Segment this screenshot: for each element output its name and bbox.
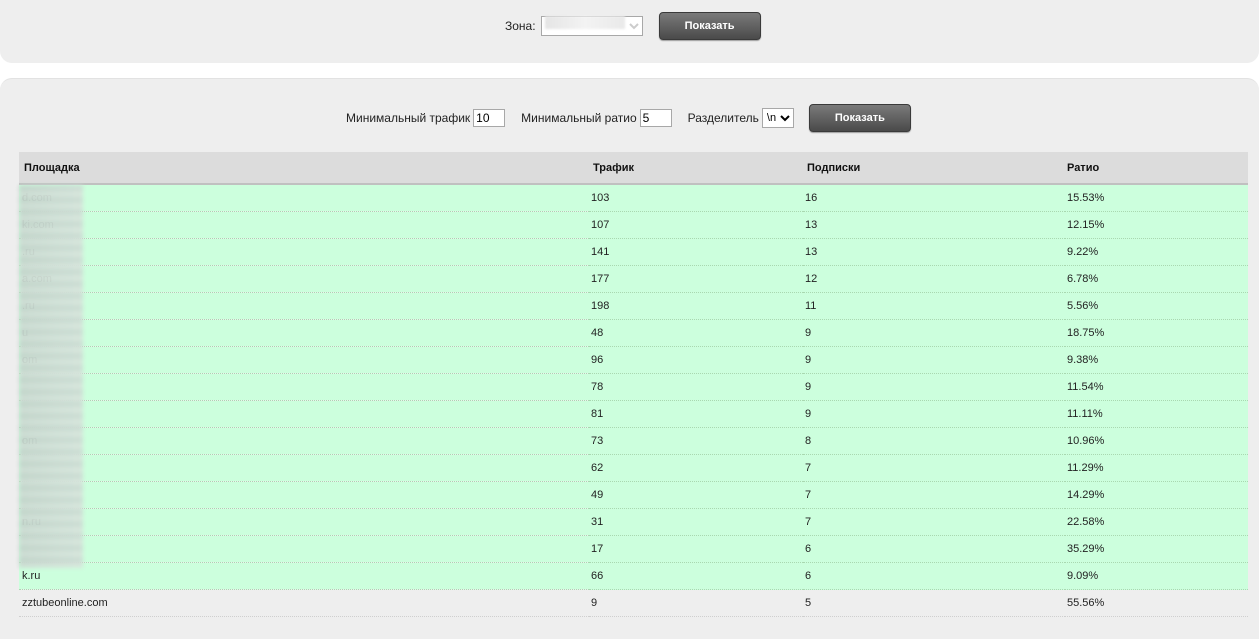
site-cell	[19, 481, 589, 509]
subscriptions-cell: 9	[803, 319, 1065, 347]
ratio-cell: 55.56%	[1065, 589, 1248, 617]
ratio-cell: 9.38%	[1065, 346, 1248, 374]
ratio-cell: 11.54%	[1065, 373, 1248, 401]
table-row: 49 7 14.29%	[19, 481, 1248, 509]
filter-show-button[interactable]: Показать	[808, 104, 911, 132]
subscriptions-cell: 11	[803, 292, 1065, 320]
stats-table: Площадка Трафик Подписки Ратио d.com 103 1…	[19, 152, 1248, 617]
table-row: 17 6 35.29%	[19, 535, 1248, 563]
site-cell: om	[19, 427, 589, 455]
traffic-cell: 103	[589, 184, 803, 212]
ratio-cell: 22.58%	[1065, 508, 1248, 536]
subscriptions-cell: 5	[803, 589, 1065, 617]
site-cell: .ru	[19, 238, 589, 266]
ratio-cell: 10.96%	[1065, 427, 1248, 455]
site-cell: .ru	[19, 292, 589, 320]
subscriptions-cell: 9	[803, 400, 1065, 428]
table-row: om 73 8 10.96%	[19, 427, 1248, 455]
table-row: ki.com 107 13 12.15%	[19, 211, 1248, 239]
traffic-cell: 198	[589, 292, 803, 320]
separator-label: Разделитель	[687, 111, 759, 125]
ratio-cell: 12.15%	[1065, 211, 1248, 239]
site-cell	[19, 373, 589, 401]
traffic-cell: 49	[589, 481, 803, 509]
subscriptions-cell: 7	[803, 454, 1065, 482]
site-cell	[19, 535, 589, 563]
table-row: .ru 198 11 5.56%	[19, 292, 1248, 320]
site-cell: a.com	[19, 265, 589, 293]
site-cell	[19, 454, 589, 482]
ratio-cell: 35.29%	[1065, 535, 1248, 563]
traffic-cell: 78	[589, 373, 803, 401]
traffic-cell: 96	[589, 346, 803, 374]
traffic-cell: 141	[589, 238, 803, 266]
zone-form: Зона: ' Показать	[505, 12, 761, 40]
subscriptions-cell: 12	[803, 265, 1065, 293]
traffic-cell: 66	[589, 562, 803, 590]
table-row: a.com 177 12 6.78%	[19, 265, 1248, 293]
table-row: zztubeonline.com 9 5 55.56%	[19, 589, 1248, 617]
site-cell: d.com	[19, 184, 589, 212]
ratio-cell: 5.56%	[1065, 292, 1248, 320]
subscriptions-cell: 6	[803, 562, 1065, 590]
traffic-cell: 31	[589, 508, 803, 536]
column-header-traffic: Трафик	[589, 152, 803, 185]
min-traffic-input[interactable]	[473, 109, 506, 127]
traffic-cell: 62	[589, 454, 803, 482]
stats-table-wrap: Площадка Трафик Подписки Ратио d.com 103 1…	[19, 152, 1248, 617]
subscriptions-cell: 7	[803, 481, 1065, 509]
ratio-cell: 14.29%	[1065, 481, 1248, 509]
ratio-cell: 6.78%	[1065, 265, 1248, 293]
min-ratio-input[interactable]	[639, 109, 672, 127]
table-row: 78 9 11.54%	[19, 373, 1248, 401]
table-row: d.com 103 16 15.53%	[19, 184, 1248, 212]
separator-select[interactable]: \n	[761, 108, 794, 128]
subscriptions-cell: 7	[803, 508, 1065, 536]
table-row: .ru 141 13 9.22%	[19, 238, 1248, 266]
traffic-cell: 17	[589, 535, 803, 563]
subscriptions-cell: 13	[803, 238, 1065, 266]
zone-select[interactable]: '	[540, 16, 643, 36]
filter-form: Минимальный трафик Минимальный ратио Раз…	[346, 104, 911, 132]
subscriptions-cell: 8	[803, 427, 1065, 455]
site-cell: k.ru	[19, 562, 589, 590]
zone-show-button[interactable]: Показать	[658, 12, 761, 40]
column-header-ratio: Ратио	[1065, 152, 1248, 185]
subscriptions-cell: 6	[803, 535, 1065, 563]
traffic-cell: 107	[589, 211, 803, 239]
subscriptions-cell: 16	[803, 184, 1065, 212]
traffic-cell: 73	[589, 427, 803, 455]
ratio-cell: 11.29%	[1065, 454, 1248, 482]
traffic-cell: 81	[589, 400, 803, 428]
ratio-cell: 9.22%	[1065, 238, 1248, 266]
table-row: n.ru 31 7 22.58%	[19, 508, 1248, 536]
min-ratio-label: Минимальный ратио	[521, 111, 637, 125]
table-row: k.ru 66 6 9.09%	[19, 562, 1248, 590]
ratio-cell: 15.53%	[1065, 184, 1248, 212]
subscriptions-cell: 9	[803, 373, 1065, 401]
ratio-cell: 9.09%	[1065, 562, 1248, 590]
table-row: 62 7 11.29%	[19, 454, 1248, 482]
min-traffic-label: Минимальный трафик	[346, 111, 471, 125]
site-cell	[19, 400, 589, 428]
site-cell: u	[19, 319, 589, 347]
table-row: om 96 9 9.38%	[19, 346, 1248, 374]
site-cell: ki.com	[19, 211, 589, 239]
column-header-site: Площадка	[19, 152, 589, 185]
site-cell: zztubeonline.com	[19, 589, 589, 617]
ratio-cell: 18.75%	[1065, 319, 1248, 347]
subscriptions-cell: 13	[803, 211, 1065, 239]
subscriptions-cell: 9	[803, 346, 1065, 374]
table-row: u 48 9 18.75%	[19, 319, 1248, 347]
zone-label: Зона:	[505, 19, 536, 33]
traffic-cell: 9	[589, 589, 803, 617]
table-row: 81 9 11.11%	[19, 400, 1248, 428]
table-header-row: Площадка Трафик Подписки Ратио	[19, 152, 1248, 185]
traffic-cell: 177	[589, 265, 803, 293]
site-cell: om	[19, 346, 589, 374]
site-cell: n.ru	[19, 508, 589, 536]
traffic-cell: 48	[589, 319, 803, 347]
ratio-cell: 11.11%	[1065, 400, 1248, 428]
column-header-subscriptions: Подписки	[803, 152, 1065, 185]
